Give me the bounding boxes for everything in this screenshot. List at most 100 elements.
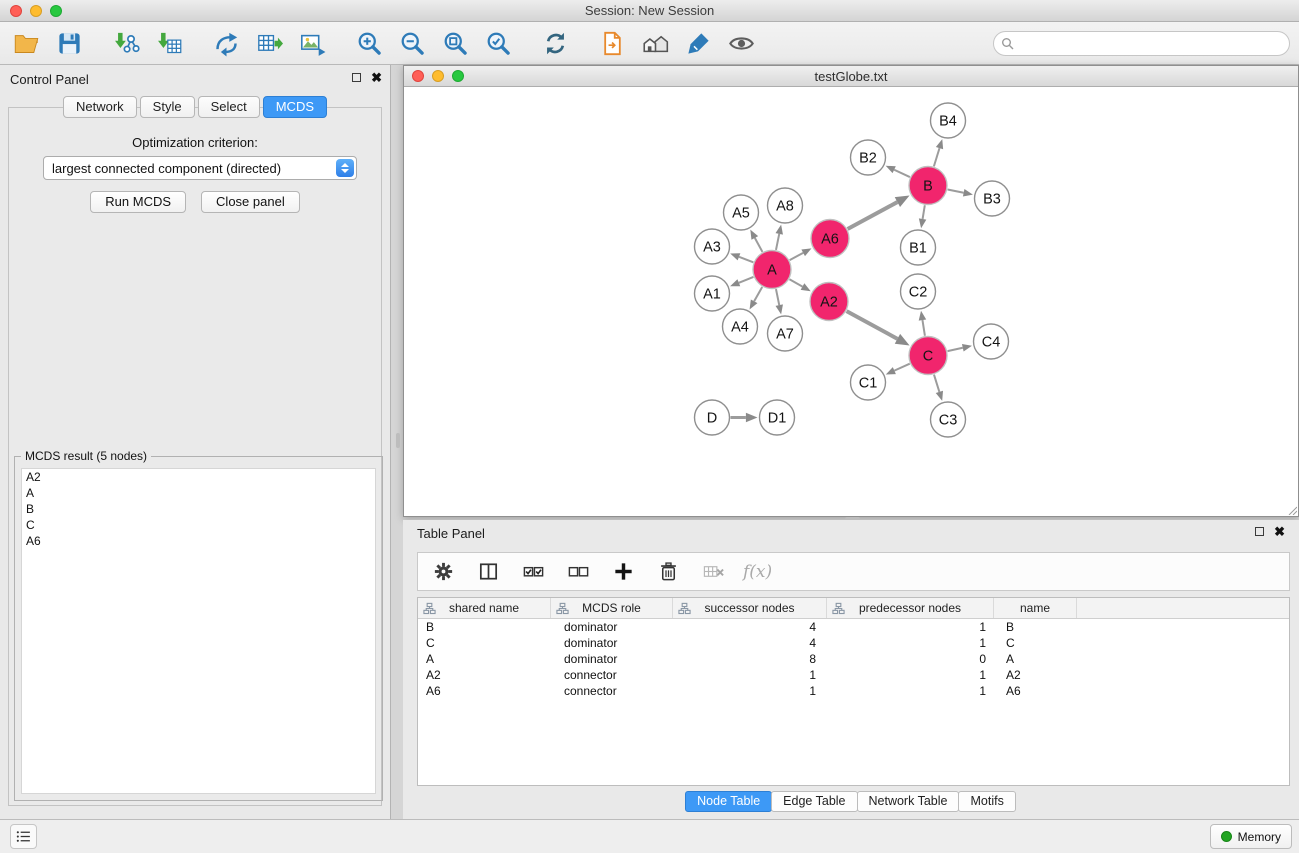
zoom-in-button[interactable] — [354, 28, 384, 58]
network-close-button[interactable] — [412, 70, 424, 82]
search-input[interactable] — [1015, 37, 1289, 51]
column-header-successor-nodes[interactable]: successor nodes — [673, 598, 827, 618]
graph-node-A7[interactable]: A7 — [768, 316, 803, 351]
graph-node-A[interactable]: A — [753, 251, 791, 289]
graph-edge-C-C1[interactable] — [894, 364, 909, 371]
graph-node-C1[interactable]: C1 — [851, 365, 886, 400]
table-row[interactable]: A2connector11A2 — [418, 667, 1289, 683]
tab-style[interactable]: Style — [140, 96, 195, 118]
tab-edge-table[interactable]: Edge Table — [771, 791, 857, 812]
export-table-button[interactable] — [254, 28, 284, 58]
zoom-selected-button[interactable] — [483, 28, 513, 58]
graph-edge-B-B1[interactable] — [923, 205, 925, 219]
table-row[interactable]: Cdominator41C — [418, 635, 1289, 651]
delete-columns-button[interactable] — [698, 557, 728, 587]
graph-node-A4[interactable]: A4 — [723, 309, 758, 344]
mcds-result-item[interactable]: A2 — [22, 469, 375, 485]
graph-edge-A-A2[interactable] — [789, 279, 802, 286]
tab-motifs[interactable]: Motifs — [958, 791, 1015, 812]
annotation-button[interactable] — [683, 28, 713, 58]
task-history-button[interactable] — [10, 824, 37, 849]
apply-layout-button[interactable] — [540, 28, 570, 58]
graph-node-A5[interactable]: A5 — [724, 195, 759, 230]
graph-node-B4[interactable]: B4 — [931, 103, 966, 138]
close-table-panel-icon[interactable]: ✖ — [1274, 525, 1285, 538]
graph-edge-B-B2[interactable] — [894, 170, 910, 177]
column-header-name[interactable]: name — [994, 598, 1077, 618]
graph-edge-A-A6[interactable] — [790, 253, 804, 260]
first-neighbors-button[interactable] — [597, 28, 627, 58]
export-network-button[interactable] — [211, 28, 241, 58]
import-network-button[interactable] — [111, 28, 141, 58]
memory-button[interactable]: Memory — [1210, 824, 1292, 849]
graph-edge-C-C2[interactable] — [922, 320, 924, 336]
splitter-handle-vertical[interactable] — [396, 433, 400, 448]
graph-edge-C-C4[interactable] — [948, 348, 963, 351]
graph-edge-B-B3[interactable] — [948, 189, 964, 192]
run-mcds-button[interactable]: Run MCDS — [90, 191, 186, 213]
graph-edge-A-A4[interactable] — [754, 287, 762, 301]
column-header-predecessor-nodes[interactable]: predecessor nodes — [827, 598, 994, 618]
graph-node-A1[interactable]: A1 — [695, 276, 730, 311]
column-header-shared-name[interactable]: shared name — [418, 598, 551, 618]
graph-node-B[interactable]: B — [909, 167, 947, 205]
graph-node-A8[interactable]: A8 — [768, 188, 803, 223]
mcds-result-item[interactable]: B — [22, 501, 375, 517]
graph-node-B2[interactable]: B2 — [851, 140, 886, 175]
graph-edge-A-A5[interactable] — [755, 238, 763, 252]
graph-node-C2[interactable]: C2 — [901, 274, 936, 309]
open-session-button[interactable] — [11, 28, 41, 58]
import-table-button[interactable] — [154, 28, 184, 58]
show-columns-button[interactable] — [473, 557, 503, 587]
tab-select[interactable]: Select — [198, 96, 260, 118]
graph-node-A2[interactable]: A2 — [810, 283, 848, 321]
graph-node-C[interactable]: C — [909, 337, 947, 375]
float-panel-icon[interactable] — [352, 73, 361, 82]
network-window-titlebar[interactable]: testGlobe.txt — [404, 66, 1298, 87]
delete-rows-button[interactable] — [653, 557, 683, 587]
zoom-fit-button[interactable] — [440, 28, 470, 58]
float-table-panel-icon[interactable] — [1255, 527, 1264, 536]
criterion-dropdown[interactable]: largest connected component (directed) — [43, 156, 357, 180]
close-window-button[interactable] — [10, 5, 22, 17]
graph-edge-B-B4[interactable] — [934, 148, 940, 166]
table-row[interactable]: A6connector11A6 — [418, 683, 1289, 699]
close-panel-button[interactable]: Close panel — [201, 191, 300, 213]
function-builder-button[interactable]: f(x) — [743, 562, 772, 582]
show-details-button[interactable] — [726, 28, 756, 58]
unselect-all-button[interactable] — [563, 557, 593, 587]
graph-node-D[interactable]: D — [695, 400, 730, 435]
graph-node-A6[interactable]: A6 — [811, 220, 849, 258]
minimize-window-button[interactable] — [30, 5, 42, 17]
graph-edge-A-A7[interactable] — [776, 289, 779, 305]
zoom-out-button[interactable] — [397, 28, 427, 58]
graph-node-C4[interactable]: C4 — [974, 324, 1009, 359]
graph-node-D1[interactable]: D1 — [760, 400, 795, 435]
close-panel-icon[interactable]: ✖ — [371, 71, 382, 84]
network-zoom-button[interactable] — [452, 70, 464, 82]
zoom-window-button[interactable] — [50, 5, 62, 17]
tab-network-table[interactable]: Network Table — [857, 791, 960, 812]
graph-edge-A-A8[interactable] — [776, 234, 779, 250]
mcds-result-item[interactable]: A6 — [22, 533, 375, 549]
graph-edge-A-A1[interactable] — [739, 277, 754, 283]
graph-node-B3[interactable]: B3 — [975, 181, 1010, 216]
graph-edge-C-C3[interactable] — [934, 375, 939, 392]
column-settings-button[interactable] — [428, 557, 458, 587]
graph-edge-A2-C[interactable] — [847, 311, 898, 339]
birds-eye-button[interactable] — [640, 28, 670, 58]
network-canvas[interactable]: B4B2BB3A8A5A6A3B1AC2A1A2A4A7C4CC1C3DD1 — [404, 87, 1298, 516]
resize-corner-icon[interactable] — [1286, 504, 1297, 515]
mcds-result-list[interactable]: A2ABCA6 — [21, 468, 376, 794]
column-header-mcds-role[interactable]: MCDS role — [551, 598, 673, 618]
graph-node-B1[interactable]: B1 — [901, 230, 936, 265]
mcds-result-item[interactable]: A — [22, 485, 375, 501]
mcds-result-item[interactable]: C — [22, 517, 375, 533]
graph-node-C3[interactable]: C3 — [931, 402, 966, 437]
tab-network[interactable]: Network — [63, 96, 137, 118]
graph-edge-A-A3[interactable] — [739, 257, 753, 262]
graph-edge-A6-B[interactable] — [848, 202, 898, 229]
add-row-button[interactable] — [608, 557, 638, 587]
network-minimize-button[interactable] — [432, 70, 444, 82]
export-image-button[interactable] — [297, 28, 327, 58]
